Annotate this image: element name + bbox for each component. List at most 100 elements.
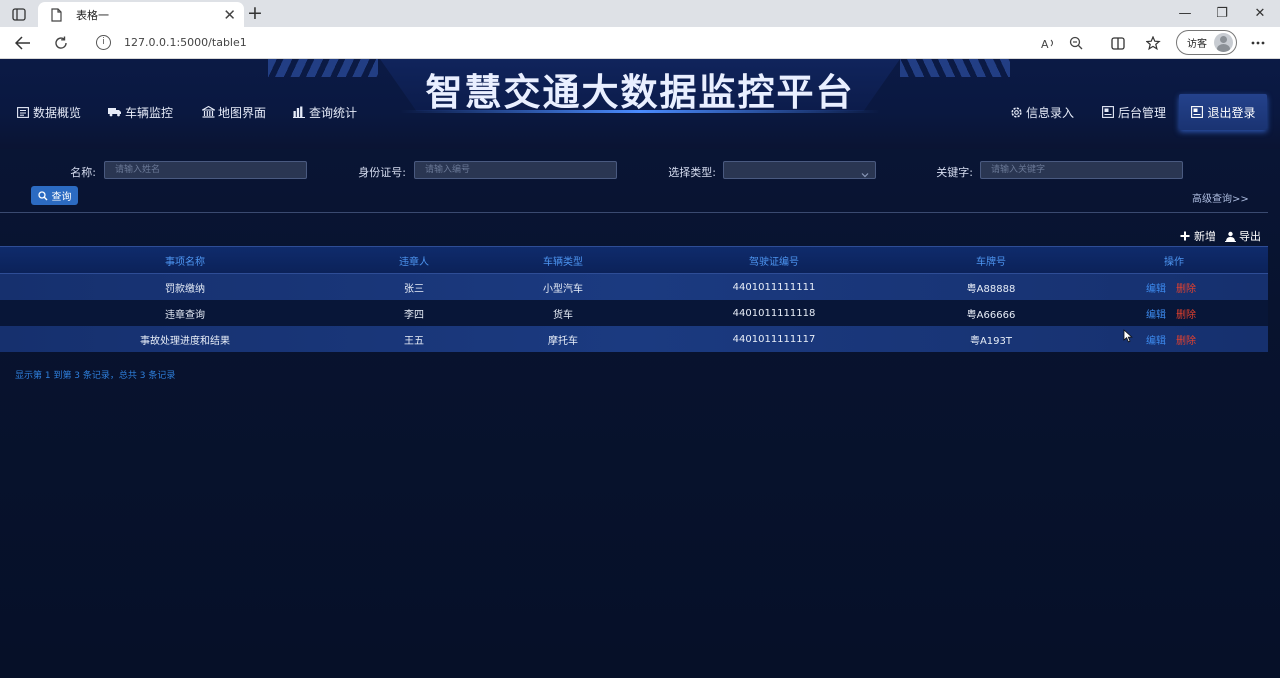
records-table: 事项名称 违章人 车辆类型 驾驶证编号 车牌号 操作 罚款缴纳 张三 小型汽车 …: [0, 246, 1268, 352]
add-label: 新增: [1194, 230, 1216, 243]
license-number-cell: 4401011111117: [732, 333, 816, 345]
favorites-icon[interactable]: [1143, 33, 1165, 53]
nav-item-map[interactable]: 地图界面: [201, 104, 266, 120]
browser-toolbar: i 127.0.0.1:5000/table1 A 访客: [0, 27, 1280, 59]
nav-item-label: 数据概览: [33, 105, 82, 120]
id-number-input[interactable]: [414, 161, 617, 179]
violator-cell: 王五: [404, 335, 424, 347]
tab-actions-icon[interactable]: [8, 4, 30, 24]
page-icon: [48, 7, 64, 23]
nav-item-label: 车辆监控: [125, 105, 174, 120]
table-row: 违章查询 李四 货车 4401011111118 粤A66666 编辑 删除: [0, 300, 1268, 326]
type-label: 选择类型:: [668, 166, 716, 179]
add-button[interactable]: 新增: [1179, 228, 1216, 244]
vehicle-type-cell: 货车: [553, 309, 573, 321]
logout-label: 退出登录: [1207, 105, 1256, 120]
page-title: 智慧交通大数据监控平台: [425, 71, 855, 114]
vehicle-type-cell: 小型汽车: [543, 283, 583, 295]
column-header[interactable]: 车辆类型: [513, 247, 613, 273]
close-window-button[interactable]: ✕: [1245, 3, 1275, 23]
row-actions: 编辑 删除: [1146, 300, 1196, 326]
edit-link[interactable]: 编辑: [1146, 306, 1166, 321]
pagination-info: 显示第 1 到第 3 条记录，总共 3 条记录: [15, 371, 176, 381]
plate-number-cell: 粤A88888: [966, 283, 1016, 295]
gear-icon: [1009, 105, 1023, 119]
nav-item-overview[interactable]: 数据概览: [16, 104, 81, 120]
browser-tab-strip: 表格一 ✕ + — ❐ ✕: [0, 0, 1280, 27]
list-icon: [16, 105, 30, 119]
plate-number-cell: 粤A193T: [969, 335, 1013, 347]
table-row: 罚款缴纳 张三 小型汽车 4401011111111 粤A88888 编辑 删除: [0, 274, 1268, 300]
address-bar[interactable]: i 127.0.0.1:5000/table1: [86, 30, 1106, 56]
back-icon[interactable]: [12, 33, 34, 53]
advanced-search-link[interactable]: 高级查询>>: [1192, 190, 1249, 205]
header-decoration-right: [900, 59, 1010, 77]
search-icon: [37, 190, 48, 201]
truck-icon: [108, 105, 122, 119]
svg-text:A: A: [1041, 38, 1049, 49]
delete-link[interactable]: 删除: [1176, 306, 1196, 321]
item-name-cell: 罚款缴纳: [165, 283, 205, 295]
avatar: [1214, 33, 1233, 52]
row-actions: 编辑 删除: [1146, 274, 1196, 300]
violator-cell: 李四: [404, 309, 424, 321]
header-decoration-left: [268, 59, 378, 77]
chevron-down-icon: [860, 165, 870, 178]
column-header[interactable]: 违章人: [364, 247, 464, 273]
plus-icon: [1179, 230, 1191, 242]
browser-tab[interactable]: 表格一 ✕: [38, 2, 244, 27]
column-header[interactable]: 驾驶证编号: [699, 247, 849, 273]
logout-button[interactable]: 退出登录: [1179, 94, 1267, 130]
reload-icon[interactable]: [50, 33, 72, 53]
logout-icon: [1190, 105, 1204, 119]
mouse-pointer-icon: [1123, 328, 1133, 343]
name-input[interactable]: [104, 161, 307, 179]
column-header[interactable]: 车牌号: [941, 247, 1041, 273]
nav-item-query-stats[interactable]: 查询统计: [292, 104, 357, 120]
bank-icon: [201, 105, 215, 119]
edit-link[interactable]: 编辑: [1146, 280, 1166, 295]
license-number-cell: 4401011111111: [732, 281, 816, 293]
table-row: 事故处理进度和结果 王五 摩托车 4401011111117 粤A193T 编辑…: [0, 326, 1268, 352]
url-text: 127.0.0.1:5000/table1: [124, 36, 247, 49]
nav-item-label: 后台管理: [1118, 105, 1167, 120]
profile-label: 访客: [1187, 39, 1207, 50]
new-tab-button[interactable]: +: [245, 2, 265, 24]
site-info-icon[interactable]: i: [96, 35, 111, 50]
nav-item-info-entry[interactable]: 信息录入: [1009, 104, 1074, 120]
close-tab-icon[interactable]: ✕: [223, 6, 236, 24]
item-name-cell: 违章查询: [165, 309, 205, 321]
column-header[interactable]: 事项名称: [85, 247, 285, 273]
restore-button[interactable]: ❐: [1207, 3, 1237, 23]
query-button[interactable]: 查询: [31, 186, 78, 205]
tab-title: 表格一: [76, 8, 109, 22]
name-label: 名称:: [70, 166, 96, 179]
zoom-icon[interactable]: [1065, 33, 1087, 53]
bar-chart-icon: [292, 105, 306, 119]
keyword-input[interactable]: [980, 161, 1183, 179]
profile-button[interactable]: 访客: [1176, 30, 1237, 55]
keyword-label: 关键字:: [936, 166, 973, 179]
app-page: 智慧交通大数据监控平台 数据概览 车辆监控 地图界面 查询统计 信息录入 后台管…: [0, 59, 1280, 678]
nav-item-vehicle-monitor[interactable]: 车辆监控: [108, 104, 173, 120]
panel-icon: [1101, 105, 1115, 119]
row-actions: 编辑 删除: [1146, 326, 1196, 352]
delete-link[interactable]: 删除: [1176, 332, 1196, 347]
export-icon: [1224, 230, 1236, 242]
nav-item-label: 地图界面: [218, 105, 267, 120]
plate-number-cell: 粤A66666: [966, 309, 1016, 321]
delete-link[interactable]: 删除: [1176, 280, 1196, 295]
nav-item-admin[interactable]: 后台管理: [1101, 104, 1166, 120]
nav-item-label: 查询统计: [309, 105, 358, 120]
export-button[interactable]: 导出: [1224, 228, 1261, 244]
column-header[interactable]: 操作: [1144, 247, 1204, 273]
type-select[interactable]: [723, 161, 876, 179]
split-screen-icon[interactable]: [1107, 33, 1129, 53]
violator-cell: 张三: [404, 283, 424, 295]
edit-link[interactable]: 编辑: [1146, 332, 1166, 347]
more-icon[interactable]: [1247, 33, 1269, 53]
read-aloud-icon[interactable]: A: [1038, 33, 1060, 53]
nav-item-label: 信息录入: [1026, 105, 1075, 120]
vehicle-type-cell: 摩托车: [548, 335, 578, 347]
minimize-button[interactable]: —: [1170, 3, 1200, 23]
